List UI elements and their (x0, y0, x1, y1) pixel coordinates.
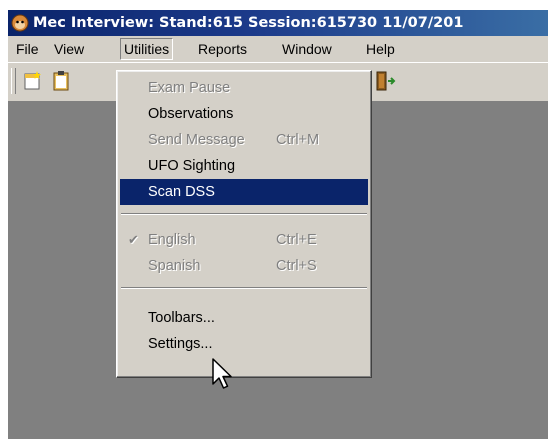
new-document-icon[interactable] (22, 70, 44, 92)
menu-separator (121, 287, 367, 289)
shortcut-label: Ctrl+E (276, 232, 317, 248)
menu-utilities[interactable]: Utilities (120, 38, 174, 60)
menu-item-exam-pause[interactable]: Exam Pause (120, 75, 368, 101)
menu-separator (121, 213, 367, 215)
menu-item-english[interactable]: ✔ English Ctrl+E (120, 227, 368, 253)
menu-window[interactable]: Window (278, 39, 336, 59)
menu-item-settings[interactable]: Settings... (120, 331, 368, 357)
monkey-face-icon (11, 14, 29, 32)
menu-file[interactable]: File (12, 39, 43, 59)
shortcut-label: Ctrl+M (276, 132, 320, 148)
menu-bar: File View Utilities Reports Window Help (8, 36, 548, 62)
checkmark-icon: ✔ (128, 232, 139, 247)
clipboard-icon[interactable] (50, 70, 72, 92)
menu-reports[interactable]: Reports (194, 39, 251, 59)
menu-help[interactable]: Help (362, 39, 399, 59)
menu-item-observations[interactable]: Observations (120, 101, 368, 127)
window-title: Mec Interview: Stand:615 Session:615730 … (33, 15, 464, 31)
menu-item-scan-dss[interactable]: Scan DSS (120, 179, 368, 205)
utilities-dropdown-menu: Exam Pause Observations Send Message Ctr… (116, 70, 372, 378)
menu-view[interactable]: View (50, 39, 88, 59)
menu-item-ufo-sighting[interactable]: UFO Sighting (120, 153, 368, 179)
shortcut-label: Ctrl+S (276, 258, 317, 274)
menu-item-spanish[interactable]: Spanish Ctrl+S (120, 253, 368, 279)
menu-item-send-message[interactable]: Send Message Ctrl+M (120, 127, 368, 153)
title-bar[interactable]: Mec Interview: Stand:615 Session:615730 … (8, 10, 548, 36)
menu-item-toolbars[interactable]: Toolbars... (120, 305, 368, 331)
app-window: Mec Interview: Stand:615 Session:615730 … (8, 10, 548, 439)
mouse-pointer-icon (212, 358, 232, 389)
exit-door-icon[interactable] (374, 70, 396, 92)
toolbar-grip[interactable] (11, 68, 16, 94)
